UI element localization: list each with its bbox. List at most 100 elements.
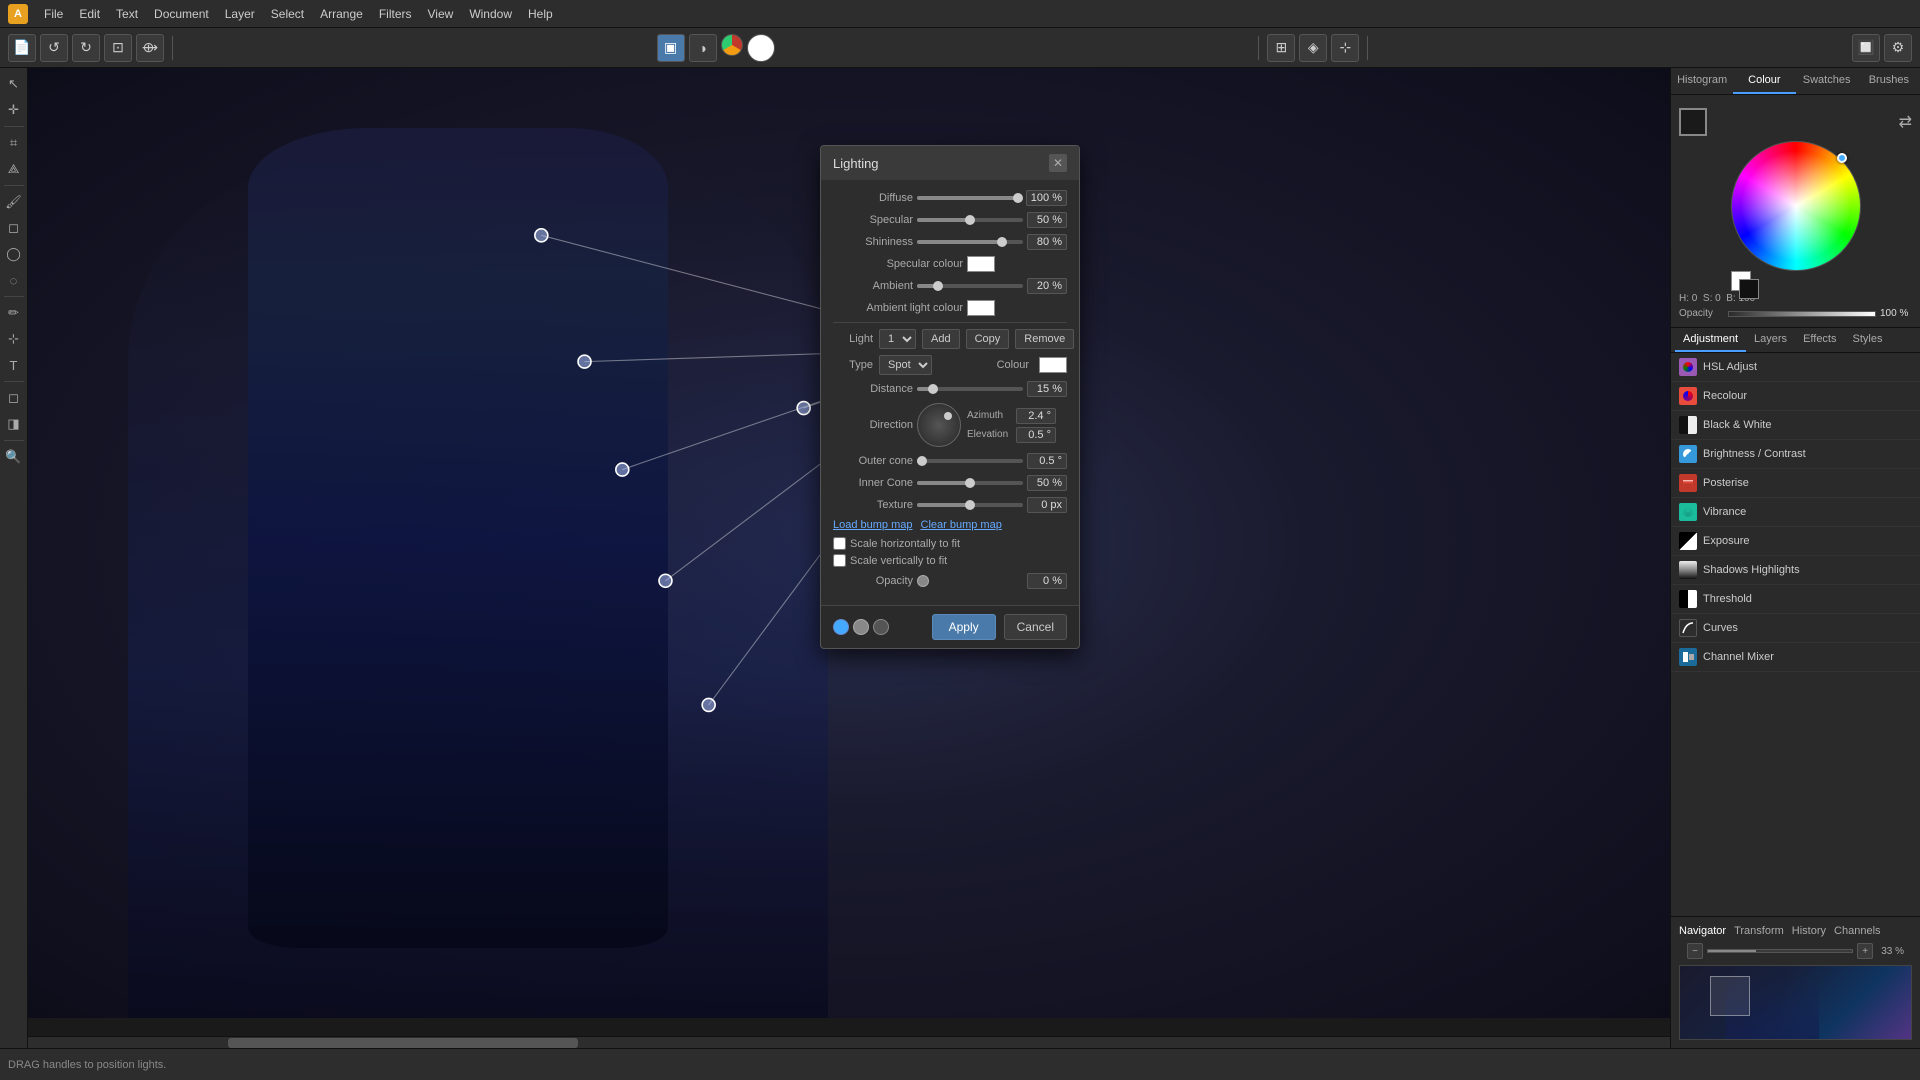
- nav-tab-transform[interactable]: Transform: [1734, 925, 1784, 937]
- adj-tab-effects[interactable]: Effects: [1795, 328, 1844, 352]
- dialog-close-btn[interactable]: ✕: [1049, 154, 1067, 172]
- tab-histogram[interactable]: Histogram: [1671, 68, 1733, 94]
- snapping-btn[interactable]: ⊡: [104, 34, 132, 62]
- tab-colour[interactable]: Colour: [1733, 68, 1795, 94]
- shininess-slider-thumb[interactable]: [997, 237, 1007, 247]
- swap-colors-btn[interactable]: ⇄: [1899, 112, 1912, 132]
- navigator-viewport[interactable]: [1710, 976, 1750, 1016]
- shape-tool[interactable]: ◻: [2, 386, 26, 410]
- scale-v-checkbox[interactable]: Scale vertically to fit: [833, 554, 1067, 567]
- light-type-select[interactable]: Spot: [879, 355, 932, 375]
- settings-btn[interactable]: ⚙: [1884, 34, 1912, 62]
- zoom-out-btn[interactable]: −: [1687, 943, 1703, 959]
- move-tool[interactable]: ✛: [2, 98, 26, 122]
- adj-shadows-highlights[interactable]: Shadows Highlights: [1671, 556, 1920, 585]
- add-light-btn[interactable]: Add: [922, 329, 960, 349]
- menu-file[interactable]: File: [36, 5, 71, 23]
- black-swatch[interactable]: [1739, 279, 1759, 299]
- adj-tab-adjustment[interactable]: Adjustment: [1675, 328, 1746, 352]
- adj-exposure[interactable]: Exposure: [1671, 527, 1920, 556]
- transform-btn[interactable]: ⟴: [136, 34, 164, 62]
- tab-swatches[interactable]: Swatches: [1796, 68, 1858, 94]
- pixel-btn[interactable]: 🔲: [1852, 34, 1880, 62]
- ambient-colour-swatch[interactable]: [967, 300, 995, 316]
- adj-black-white[interactable]: Black & White: [1671, 411, 1920, 440]
- adj-threshold[interactable]: Threshold: [1671, 585, 1920, 614]
- vector-tool[interactable]: ✏: [2, 301, 26, 325]
- remove-light-btn[interactable]: Remove: [1015, 329, 1074, 349]
- crop-tool[interactable]: ⌗: [2, 131, 26, 155]
- load-bump-map-btn[interactable]: Load bump map: [833, 519, 913, 531]
- paint-brush-tool[interactable]: 🖌: [2, 190, 26, 214]
- smudge-tool[interactable]: ◌: [2, 268, 26, 292]
- diffuse-slider-thumb[interactable]: [1013, 193, 1023, 203]
- zoom-in-btn[interactable]: +: [1857, 943, 1873, 959]
- cancel-button[interactable]: Cancel: [1004, 614, 1067, 640]
- gradient-tool[interactable]: ◨: [2, 412, 26, 436]
- direction-wheel[interactable]: [917, 403, 961, 447]
- adj-brightness-contrast[interactable]: Brightness / Contrast: [1671, 440, 1920, 469]
- adj-channel-mixer[interactable]: Channel Mixer: [1671, 643, 1920, 672]
- snap-btn[interactable]: ◈: [1299, 34, 1327, 62]
- texture-slider-thumb[interactable]: [965, 500, 975, 510]
- specular-slider-thumb[interactable]: [965, 215, 975, 225]
- light-number-select[interactable]: 1: [879, 329, 916, 349]
- select-tool[interactable]: ↖: [2, 72, 26, 96]
- specular-colour-swatch[interactable]: [967, 256, 995, 272]
- menu-arrange[interactable]: Arrange: [312, 5, 371, 23]
- preview-icon-3[interactable]: [873, 619, 889, 635]
- adj-curves[interactable]: Curves: [1671, 614, 1920, 643]
- menu-filters[interactable]: Filters: [371, 5, 420, 23]
- dialog-title-bar[interactable]: Lighting ✕: [821, 146, 1079, 180]
- opacity-slider[interactable]: [1728, 311, 1876, 317]
- new-document-btn[interactable]: 📄: [8, 34, 36, 62]
- nav-tab-history[interactable]: History: [1792, 925, 1826, 937]
- adj-vibrance[interactable]: Vibrance: [1671, 498, 1920, 527]
- preview-icon-2[interactable]: [853, 619, 869, 635]
- adj-tab-styles[interactable]: Styles: [1845, 328, 1891, 352]
- inner-cone-slider-thumb[interactable]: [965, 478, 975, 488]
- outer-cone-slider-thumb[interactable]: [917, 456, 927, 466]
- zoom-tool[interactable]: 🔍: [2, 445, 26, 469]
- nav-tab-channels[interactable]: Channels: [1834, 925, 1880, 937]
- adj-posterise[interactable]: Posterise: [1671, 469, 1920, 498]
- navigator-preview[interactable]: [1679, 965, 1912, 1040]
- redo-btn[interactable]: ↻: [72, 34, 100, 62]
- light-colour-swatch[interactable]: [1039, 357, 1067, 373]
- text-tool[interactable]: T: [2, 353, 26, 377]
- undo-btn[interactable]: ↺: [40, 34, 68, 62]
- adj-hsl[interactable]: HSL Adjust: [1671, 353, 1920, 382]
- dodge-tool[interactable]: ◯: [2, 242, 26, 266]
- menu-document[interactable]: Document: [146, 5, 217, 23]
- ambient-slider-thumb[interactable]: [933, 281, 943, 291]
- view-mode-btn2[interactable]: ◑: [689, 34, 717, 62]
- eraser-tool[interactable]: ◻: [2, 216, 26, 240]
- tab-brushes[interactable]: Brushes: [1858, 68, 1920, 94]
- menu-edit[interactable]: Edit: [71, 5, 108, 23]
- distance-slider-thumb[interactable]: [928, 384, 938, 394]
- opacity-small-circle[interactable]: [917, 575, 929, 587]
- nav-tab-navigator[interactable]: Navigator: [1679, 925, 1726, 937]
- straighten-tool[interactable]: ⟁: [2, 157, 26, 181]
- view-mode-btn1[interactable]: ▣: [657, 34, 685, 62]
- h-scrollbar-thumb[interactable]: [228, 1038, 578, 1048]
- adj-recolour[interactable]: Recolour: [1671, 382, 1920, 411]
- color-wheel[interactable]: [1679, 141, 1912, 271]
- view-mode-btn3[interactable]: [721, 34, 743, 56]
- apply-button[interactable]: Apply: [932, 614, 996, 640]
- pen-tool[interactable]: ⊹: [2, 327, 26, 351]
- scale-h-checkbox[interactable]: Scale horizontally to fit: [833, 537, 1067, 550]
- menu-select[interactable]: Select: [263, 5, 312, 23]
- clear-bump-map-btn[interactable]: Clear bump map: [921, 519, 1002, 531]
- copy-light-btn[interactable]: Copy: [966, 329, 1010, 349]
- view-mode-btn4[interactable]: [747, 34, 775, 62]
- menu-window[interactable]: Window: [461, 5, 520, 23]
- menu-layer[interactable]: Layer: [217, 5, 263, 23]
- zoom-slider[interactable]: [1707, 949, 1853, 953]
- menu-view[interactable]: View: [420, 5, 462, 23]
- foreground-swatch[interactable]: [1679, 108, 1707, 136]
- grid-btn[interactable]: ⊞: [1267, 34, 1295, 62]
- menu-help[interactable]: Help: [520, 5, 561, 23]
- guides-btn[interactable]: ⊹: [1331, 34, 1359, 62]
- menu-text[interactable]: Text: [108, 5, 146, 23]
